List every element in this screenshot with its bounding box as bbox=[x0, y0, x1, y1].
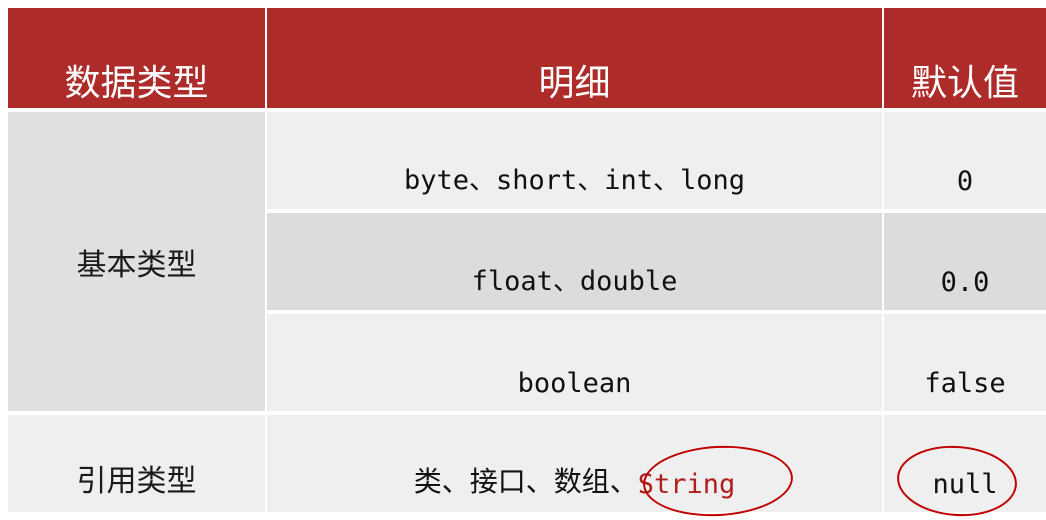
string-highlight: String bbox=[637, 469, 736, 500]
integer-default: 0 bbox=[884, 112, 1046, 209]
header-detail: 明细 bbox=[267, 8, 882, 108]
data-types-table: 数据类型 明细 默认值 基本类型 byte、short、int、long 0 f… bbox=[8, 8, 1046, 512]
float-types-detail: float、double bbox=[267, 213, 882, 310]
header-default-value: 默认值 bbox=[884, 8, 1046, 108]
reference-detail-prefix: 类、接口、数组、 bbox=[413, 465, 638, 498]
float-default: 0.0 bbox=[884, 213, 1046, 310]
header-data-type: 数据类型 bbox=[8, 8, 265, 108]
boolean-type-detail: boolean bbox=[267, 314, 882, 411]
boolean-default: false bbox=[884, 314, 1046, 411]
reference-types-detail: 类、接口、数组、 String bbox=[267, 415, 882, 512]
integer-types-detail: byte、short、int、long bbox=[267, 112, 882, 209]
basic-type-label: 基本类型 bbox=[8, 112, 265, 411]
reference-default: null bbox=[884, 415, 1046, 512]
reference-type-label: 引用类型 bbox=[8, 415, 265, 512]
